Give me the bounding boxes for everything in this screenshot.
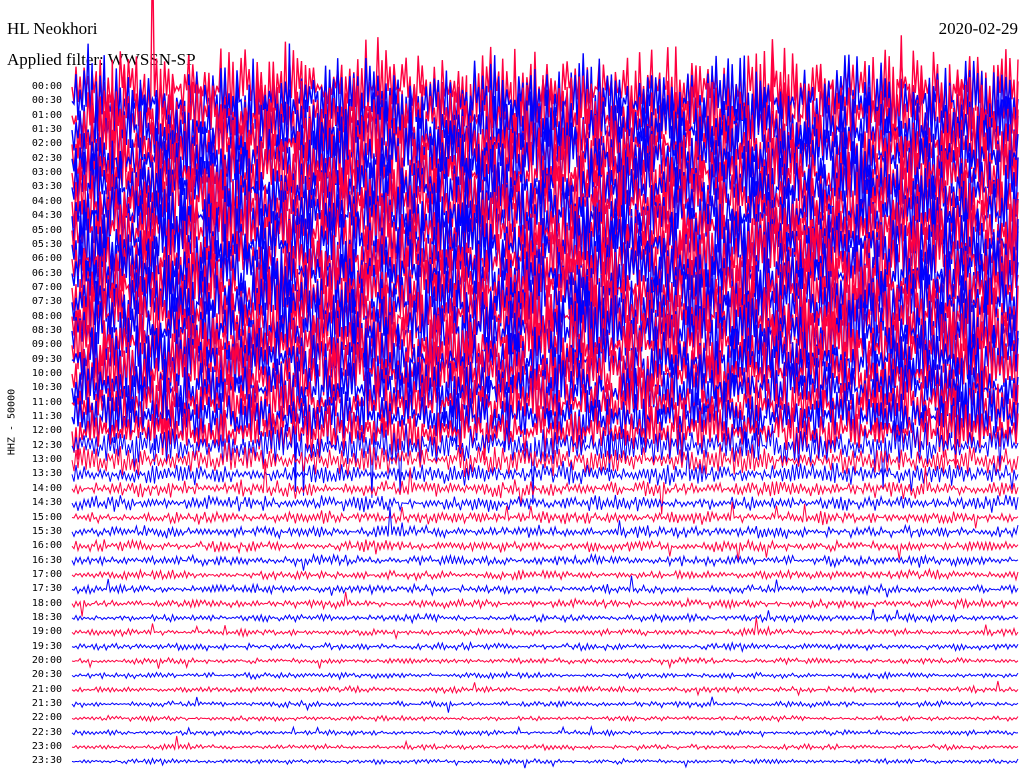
seismogram-trace [71, 714, 1019, 723]
seismogram-trace [71, 494, 1019, 513]
seismogram-trace [71, 640, 1019, 654]
seismogram-trace [71, 552, 1019, 571]
seismogram-trace [71, 680, 1019, 697]
seismogram-trace [71, 725, 1019, 738]
seismogram-trace [71, 608, 1019, 625]
seismogram-trace [71, 567, 1019, 582]
seismogram-trace [71, 538, 1019, 561]
seismogram-trace [71, 670, 1019, 681]
seismogram-trace [71, 591, 1019, 617]
seismogram-trace [71, 656, 1019, 670]
seismogram-trace [71, 506, 1019, 540]
seismogram-plot [71, 0, 1019, 769]
seismogram-trace [71, 696, 1019, 713]
seismogram-trace [71, 735, 1019, 752]
seismogram-trace [71, 757, 1019, 769]
